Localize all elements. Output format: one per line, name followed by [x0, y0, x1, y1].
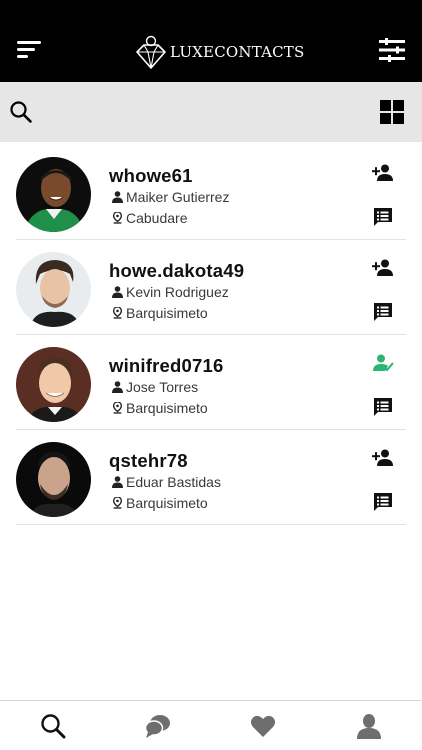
message-icon[interactable] — [373, 492, 393, 512]
contact-list: whowe61 Maiker Gutierrez Cabudare howe.d… — [16, 145, 406, 525]
city-text: Barquisimeto — [126, 495, 208, 511]
add-contact-icon[interactable] — [372, 259, 394, 277]
app-logo: LUXECONTACTS — [134, 33, 305, 71]
location-pin-icon — [112, 212, 123, 224]
full-name-text: Kevin Rodriguez — [126, 284, 229, 300]
avatar[interactable] — [16, 252, 91, 327]
city-text: Cabudare — [126, 210, 188, 226]
nav-search-icon[interactable] — [40, 713, 66, 739]
location-pin-icon — [112, 402, 123, 414]
full-name-text: Maiker Gutierrez — [126, 189, 230, 205]
contact-row[interactable]: whowe61 Maiker Gutierrez Cabudare — [16, 145, 406, 240]
bottom-navigation — [0, 700, 422, 750]
sliders-filter-icon[interactable] — [379, 38, 405, 62]
grid-view-icon[interactable] — [380, 100, 404, 124]
avatar[interactable] — [16, 157, 91, 232]
city-text: Barquisimeto — [126, 400, 208, 416]
contact-username[interactable]: winifred0716 — [109, 355, 223, 377]
logo-text: LUXECONTACTS — [170, 43, 305, 61]
search-icon[interactable] — [9, 100, 33, 124]
full-name-text: Jose Torres — [126, 379, 199, 395]
message-icon[interactable] — [373, 302, 393, 322]
full-name-text: Eduar Bastidas — [126, 474, 221, 490]
add-contact-icon[interactable] — [372, 449, 394, 467]
person-icon — [112, 191, 123, 203]
contact-row[interactable]: qstehr78 Eduar Bastidas Barquisimeto — [16, 430, 406, 525]
location-pin-icon — [112, 497, 123, 509]
person-icon — [112, 381, 123, 393]
avatar[interactable] — [16, 347, 91, 422]
contact-username[interactable]: qstehr78 — [109, 450, 188, 472]
contact-full-name: Eduar Bastidas — [112, 474, 221, 490]
contact-location: Barquisimeto — [112, 495, 208, 511]
contact-row[interactable]: howe.dakota49 Kevin Rodriguez Barquisime… — [16, 240, 406, 335]
search-bar[interactable] — [0, 82, 422, 142]
contact-full-name: Kevin Rodriguez — [112, 284, 229, 300]
contact-location: Cabudare — [112, 210, 188, 226]
person-icon — [112, 476, 123, 488]
hamburger-menu-icon[interactable] — [17, 41, 43, 61]
contact-full-name: Maiker Gutierrez — [112, 189, 229, 205]
contact-added-check-icon[interactable] — [372, 354, 394, 372]
contact-username[interactable]: howe.dakota49 — [109, 260, 244, 282]
add-contact-icon[interactable] — [372, 164, 394, 182]
message-icon[interactable] — [373, 397, 393, 417]
person-icon — [112, 286, 123, 298]
nav-heart-icon[interactable] — [250, 713, 276, 739]
avatar[interactable] — [16, 442, 91, 517]
contact-location: Barquisimeto — [112, 400, 208, 416]
contact-row[interactable]: winifred0716 Jose Torres Barquisimeto — [16, 335, 406, 430]
city-text: Barquisimeto — [126, 305, 208, 321]
contact-full-name: Jose Torres — [112, 379, 198, 395]
message-icon[interactable] — [373, 207, 393, 227]
contact-location: Barquisimeto — [112, 305, 208, 321]
nav-profile-icon[interactable] — [356, 713, 382, 739]
location-pin-icon — [112, 307, 123, 319]
contact-username[interactable]: whowe61 — [109, 165, 193, 187]
diamond-logo-icon — [136, 35, 166, 69]
app-header: LUXECONTACTS — [0, 0, 422, 82]
nav-chat-bubbles-icon[interactable] — [145, 713, 171, 739]
